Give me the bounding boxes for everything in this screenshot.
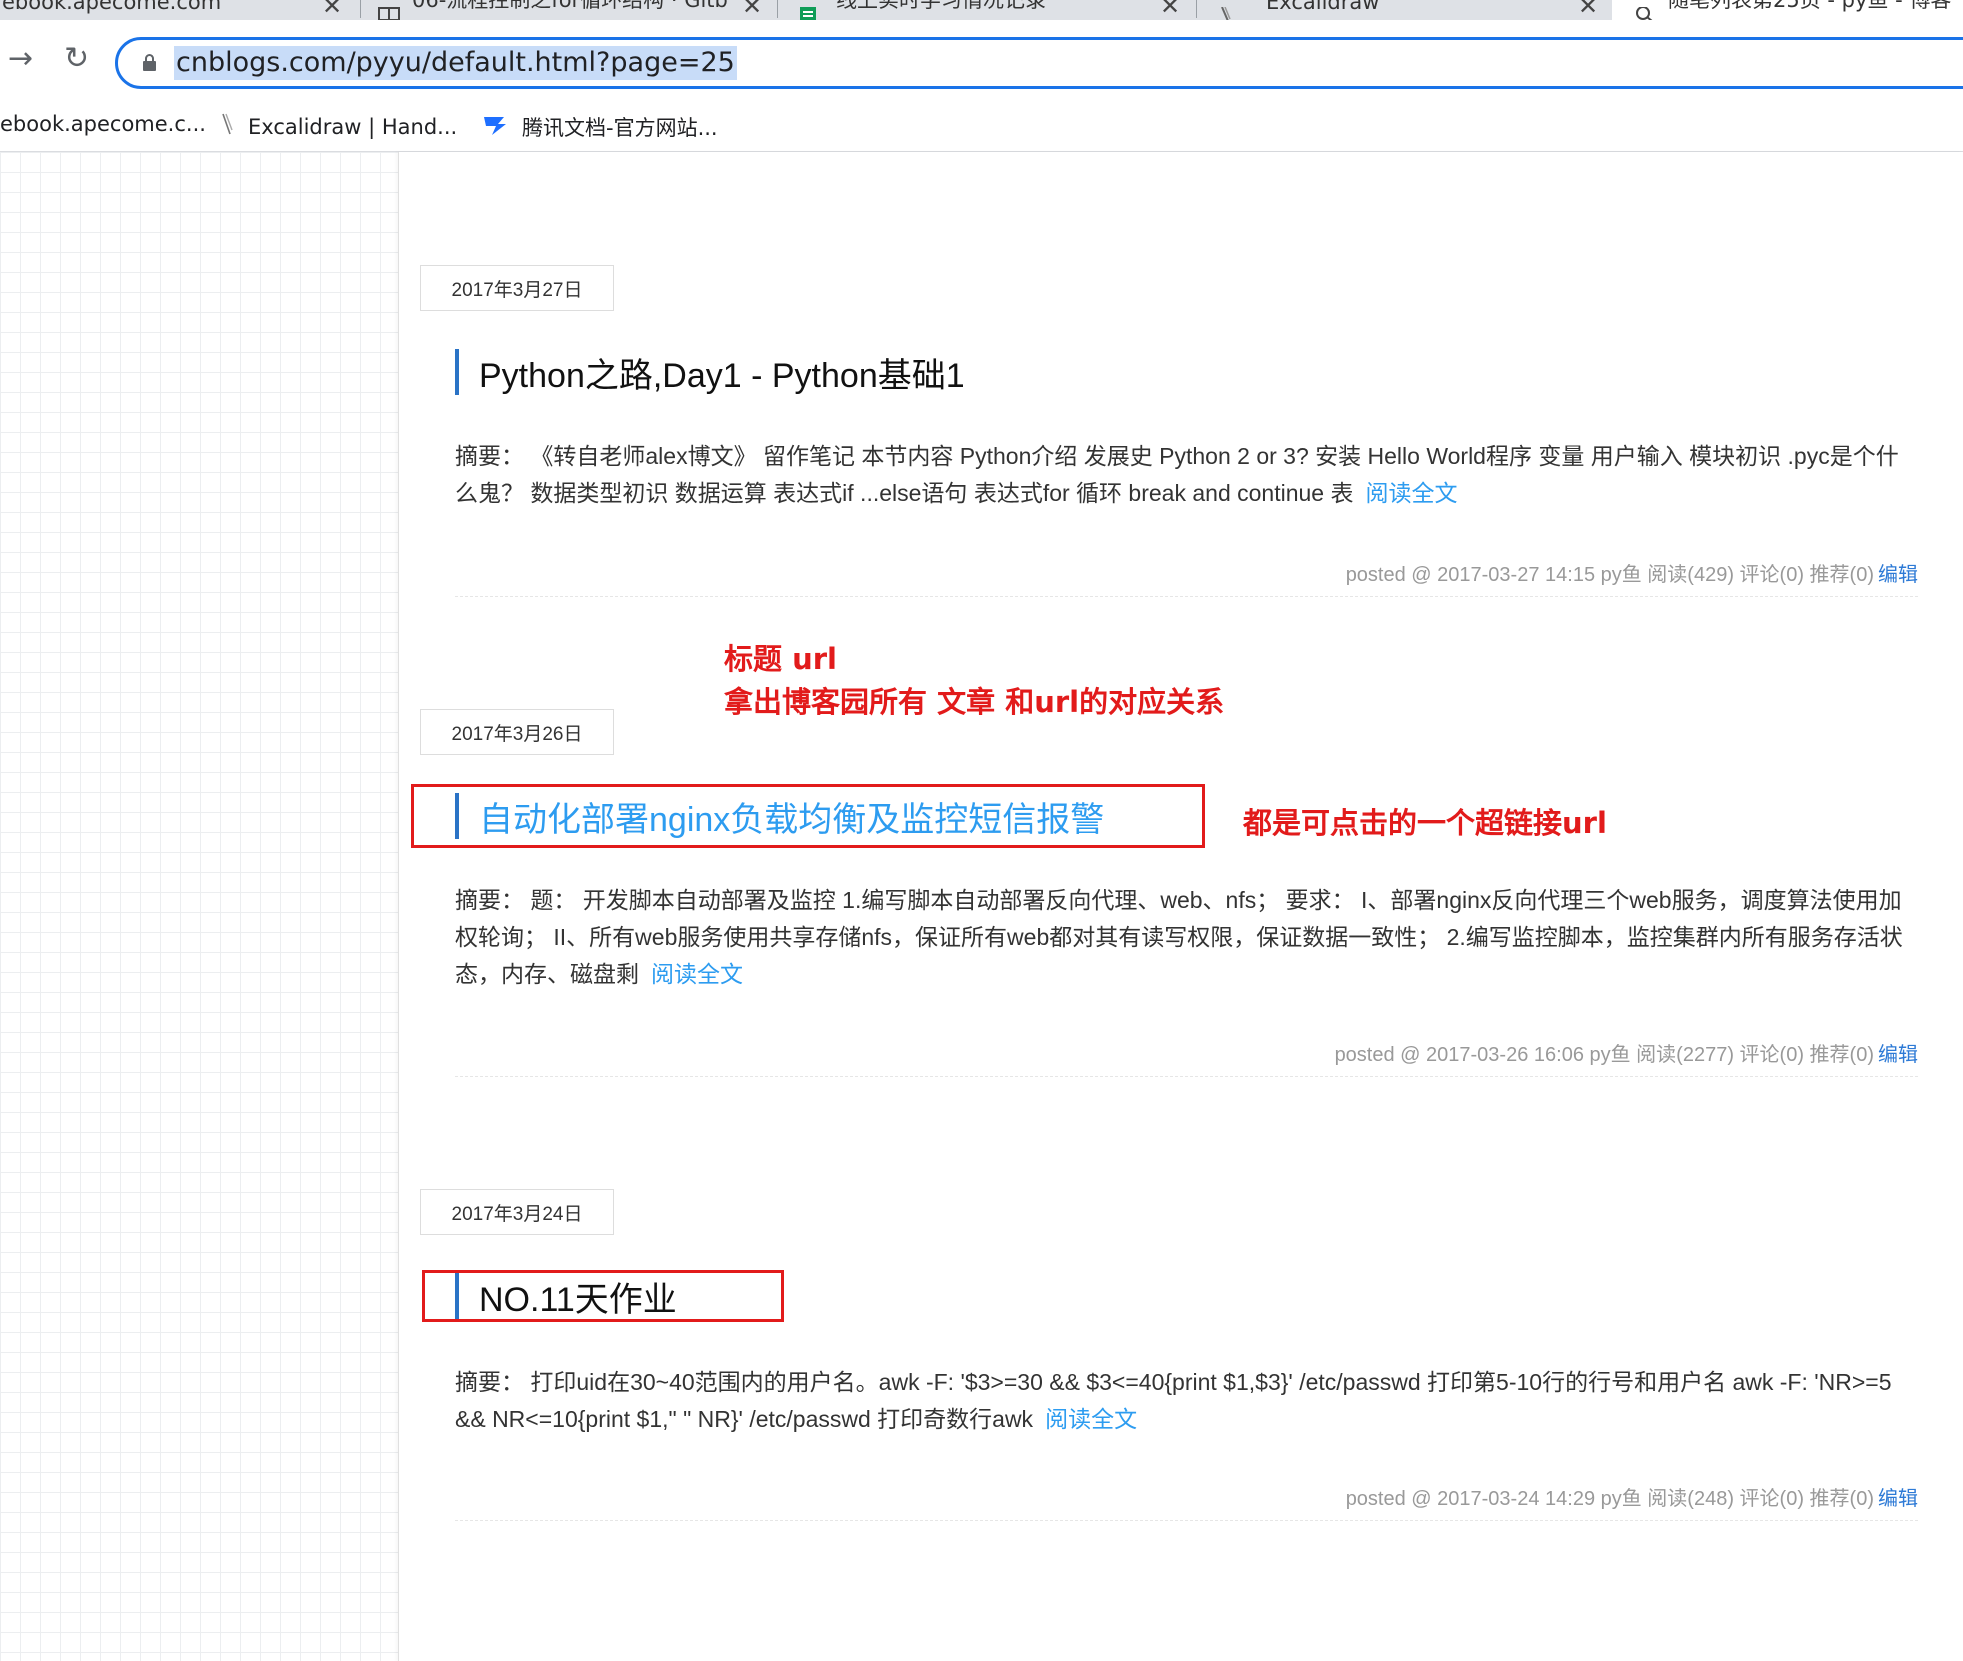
search-icon [1634,2,1656,20]
tab-separator [1196,0,1197,18]
page-grid-background [0,152,398,1661]
annotation-box-title [411,784,1205,848]
tab-label: Excalidraw [1266,0,1380,14]
post-meta: posted @ 2017-03-26 16:06 py鱼 阅读(2277) 评… [1335,1038,1918,1067]
tab-excalidraw[interactable]: Excalidraw ✕ [1214,0,1604,20]
annotation-mapping: 拿出博客园所有 文章 和url的对应关系 [724,685,1225,719]
sheet-icon [798,2,820,20]
post-divider [455,596,1918,597]
bookmark-excalidraw[interactable]: Excalidraw | Hand... [220,112,457,141]
edit-link[interactable]: 编辑 [1878,564,1918,586]
lock-icon[interactable] [143,54,156,71]
read-more-link[interactable]: 阅读全文 [1045,1406,1137,1432]
summary-text: 摘要： 打印uid在30~40范围内的用户名。awk -F: '$3>=30 &… [455,1369,1892,1432]
tab-ebook[interactable]: ebook.apecome.com ✕ [0,0,345,20]
post-divider [455,1076,1918,1077]
read-more-link[interactable]: 阅读全文 [651,961,743,987]
close-icon[interactable]: ✕ [1578,0,1598,20]
post-meta-text: posted @ 2017-03-24 14:29 py鱼 阅读(248) 评论… [1345,1488,1874,1510]
tab-label: 随笔列表第25页 - py鱼 - 博客 [1668,0,1952,12]
address-bar[interactable]: cnblogs.com/pyyu/default.html?page=25 [115,37,1963,89]
tencent-docs-icon [482,113,508,142]
close-icon[interactable]: ✕ [1160,0,1180,20]
post-list: 2017年3月27日 Python之路,Day1 - Python基础1 摘要：… [398,152,1963,1661]
bookmark-ebook[interactable]: ebook.apecome.c... [0,112,206,136]
annotation-box-title [422,1270,784,1322]
post-meta: posted @ 2017-03-24 14:29 py鱼 阅读(248) 评论… [1346,1482,1918,1511]
bookmark-label: 腾讯文档-官方网站... [522,116,718,140]
reload-icon[interactable]: ↻ [64,44,89,74]
excalidraw-icon [220,112,234,141]
book-icon [378,2,400,20]
bookmark-label: ebook.apecome.c... [0,112,206,136]
tab-label: 线上实时学习情况记录 [836,0,1046,12]
forward-arrow-icon[interactable]: → [8,44,33,74]
post-date: 2017年3月24日 [420,1189,614,1235]
post-summary: 摘要： 题： 开发脚本自动部署及监控 1.编写脚本自动部署反向代理、web、nf… [455,882,1920,993]
bookmark-label: Excalidraw | Hand... [248,114,458,139]
tab-strip: ebook.apecome.com ✕ 06-流程控制之for循环结构 · Gi… [0,0,1963,20]
tab-label: ebook.apecome.com [2,0,222,14]
excalidraw-icon [1214,2,1236,20]
post-title-link[interactable]: Python之路,Day1 - Python基础1 [479,348,965,397]
post-summary: 摘要： 打印uid在30~40范围内的用户名。awk -F: '$3>=30 &… [455,1364,1920,1438]
tab-separator [777,0,778,18]
browser-toolbar: → ↻ cnblogs.com/pyyu/default.html?page=2… [0,20,1963,104]
read-more-link[interactable]: 阅读全文 [1365,480,1457,506]
annotation-title-url: 标题 url [724,642,837,676]
summary-text: 摘要： 《转自老师alex博文》 留作笔记 本节内容 Python介绍 发展史 … [455,443,1899,506]
bookmark-tencent-docs[interactable]: 腾讯文档-官方网站... [482,112,718,142]
tab-cnblogs-active[interactable]: 随笔列表第25页 - py鱼 - 博客 [1612,0,1963,20]
edit-link[interactable]: 编辑 [1878,1044,1918,1066]
post-summary: 摘要： 《转自老师alex博文》 留作笔记 本节内容 Python介绍 发展史 … [455,438,1920,512]
post-divider [455,1520,1918,1521]
tab-label: 06-流程控制之for循环结构 · Gitb [412,0,728,12]
annotation-hyperlink: 都是可点击的一个超链接url [1243,806,1607,840]
post-meta-text: posted @ 2017-03-27 14:15 py鱼 阅读(429) 评论… [1345,564,1874,586]
tab-separator [360,0,361,18]
post-title-container: Python之路,Day1 - Python基础1 [455,349,965,395]
tab-sheet[interactable]: 线上实时学习情况记录 ✕ [798,0,1188,20]
url-text[interactable]: cnblogs.com/pyyu/default.html?page=25 [174,46,737,80]
post-meta: posted @ 2017-03-27 14:15 py鱼 阅读(429) 评论… [1346,558,1918,587]
post-date: 2017年3月26日 [420,709,614,755]
close-icon[interactable]: ✕ [322,0,342,20]
post-meta-text: posted @ 2017-03-26 16:06 py鱼 阅读(2277) 评… [1334,1044,1874,1066]
post-date: 2017年3月27日 [420,265,614,311]
edit-link[interactable]: 编辑 [1878,1488,1918,1510]
tab-gitbook[interactable]: 06-流程控制之for循环结构 · Gitb ✕ [378,0,768,20]
bookmarks-bar: ebook.apecome.c... Excalidraw | Hand... … [0,104,1963,152]
close-icon[interactable]: ✕ [742,0,762,20]
